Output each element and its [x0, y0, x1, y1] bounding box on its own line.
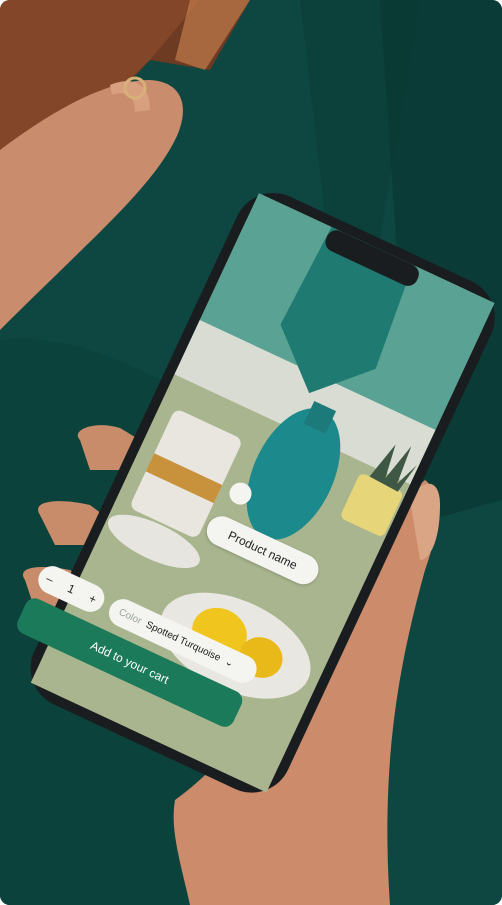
quantity-minus-button[interactable]: –	[44, 571, 56, 587]
quantity-value: 1	[65, 581, 78, 597]
chevron-down-icon: ⌄	[223, 655, 236, 670]
product-name-tag[interactable]: Product name	[201, 511, 324, 590]
quantity-plus-button[interactable]: +	[86, 591, 98, 607]
color-select-label: Color	[117, 606, 144, 627]
photo-frame: Product name – 1 + Color Spotted Turquoi…	[0, 0, 502, 905]
hotspot-dot-icon[interactable]	[225, 478, 256, 509]
